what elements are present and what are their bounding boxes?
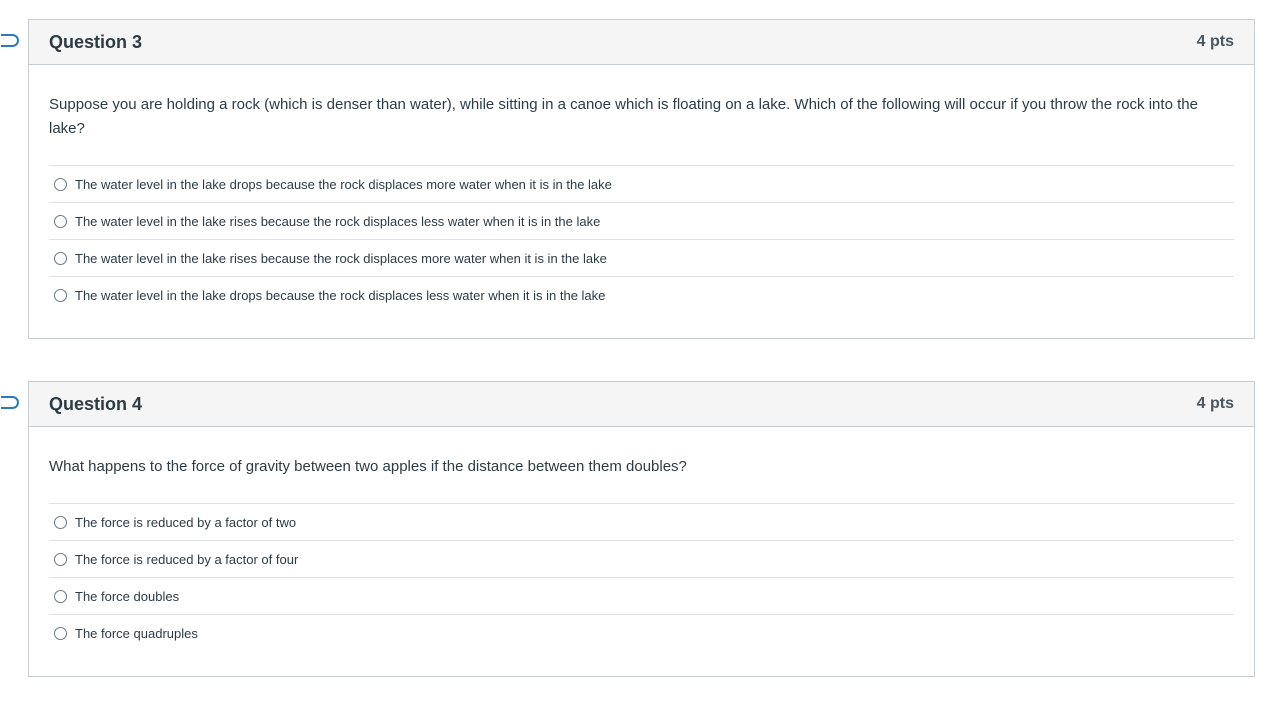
- flag-question-icon[interactable]: [1, 34, 19, 47]
- question-3: Question 3 4 pts Suppose you are holding…: [1, 19, 1255, 339]
- answer-option[interactable]: The water level in the lake drops becaus…: [49, 166, 1234, 203]
- question-text: What happens to the force of gravity bet…: [49, 458, 687, 475]
- answer-label: The water level in the lake rises becaus…: [75, 250, 607, 266]
- answer-label: The force doubles: [75, 588, 180, 604]
- radio-button-icon[interactable]: [54, 552, 67, 566]
- radio-button-icon[interactable]: [54, 214, 67, 228]
- answer-option[interactable]: The water level in the lake rises becaus…: [49, 240, 1234, 277]
- answer-list: The water level in the lake drops becaus…: [49, 165, 1234, 314]
- answer-option[interactable]: The water level in the lake rises becaus…: [49, 203, 1234, 240]
- question-header: Question 4 4 pts: [29, 382, 1254, 427]
- answer-option[interactable]: The force doubles: [49, 578, 1234, 615]
- question-points: 4 pts: [1196, 33, 1234, 50]
- answer-label: The force is reduced by a factor of two: [75, 514, 297, 530]
- answer-label: The force quadruples: [75, 626, 198, 641]
- question-text: Suppose you are holding a rock (which is…: [49, 96, 1198, 137]
- answer-option[interactable]: The water level in the lake drops becaus…: [49, 277, 1234, 314]
- answer-option[interactable]: The force quadruples: [49, 615, 1234, 652]
- question-title: Question 4: [49, 394, 143, 414]
- answer-label: The water level in the lake drops becaus…: [75, 176, 612, 192]
- question-points: 4 pts: [1196, 395, 1234, 412]
- answer-label: The force is reduced by a factor of four: [75, 551, 299, 567]
- question-title: Question 3: [49, 32, 143, 52]
- flag-question-icon[interactable]: [1, 396, 19, 409]
- radio-button-icon[interactable]: [54, 627, 67, 640]
- answer-list: The force is reduced by a factor of two …: [49, 503, 1234, 652]
- radio-button-icon[interactable]: [54, 289, 67, 302]
- radio-button-icon[interactable]: [54, 589, 67, 603]
- question-header: Question 3 4 pts: [29, 20, 1254, 65]
- radio-button-icon[interactable]: [54, 177, 67, 191]
- radio-button-icon[interactable]: [54, 251, 67, 265]
- answer-label: The water level in the lake rises becaus…: [75, 213, 601, 229]
- radio-button-icon[interactable]: [54, 515, 67, 529]
- question-4: Question 4 4 pts What happens to the for…: [1, 381, 1255, 677]
- answer-label: The water level in the lake drops becaus…: [75, 288, 606, 303]
- answer-option[interactable]: The force is reduced by a factor of four: [49, 541, 1234, 578]
- answer-option[interactable]: The force is reduced by a factor of two: [49, 504, 1234, 541]
